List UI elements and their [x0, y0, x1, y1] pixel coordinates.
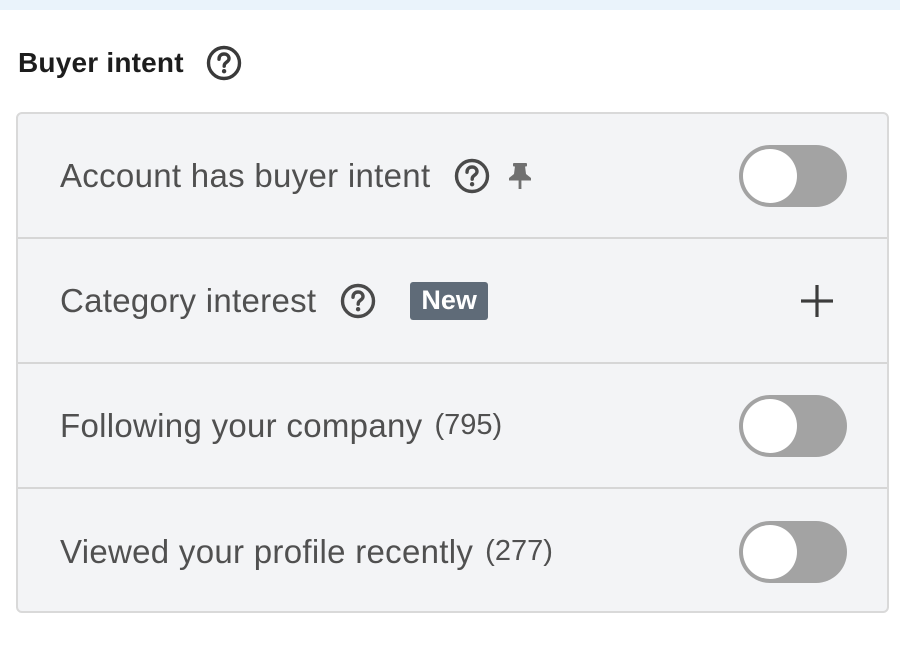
filter-row-buyer-intent: Account has buyer intent: [18, 114, 887, 239]
filter-label: Viewed your profile recently: [60, 532, 474, 570]
plus-icon: [801, 284, 833, 317]
section-header: Buyer intent: [18, 40, 242, 86]
filter-row-viewed-profile: Viewed your profile recently (277): [18, 489, 887, 611]
toggle-knob: [743, 524, 797, 579]
section-title: Buyer intent: [18, 47, 184, 78]
question-circle-icon[interactable]: [340, 283, 376, 319]
toggle-knob: [743, 148, 797, 203]
buyer-intent-toggle[interactable]: [739, 144, 847, 207]
toggle-knob: [743, 398, 797, 453]
filter-count: (277): [485, 535, 553, 567]
filter-count: (795): [434, 409, 503, 441]
question-circle-icon[interactable]: [206, 45, 242, 81]
filter-row-category-interest: Category interest New: [18, 239, 887, 364]
pin-icon[interactable]: [506, 161, 534, 191]
viewed-profile-toggle[interactable]: [739, 520, 847, 583]
top-strip: [0, 0, 900, 10]
filter-row-following-company: Following your company (795): [18, 364, 887, 489]
filter-label: Category interest: [60, 281, 317, 319]
new-badge: New: [410, 281, 488, 320]
question-circle-icon[interactable]: [454, 158, 490, 194]
filter-panel: Account has buyer intent Category intere…: [16, 112, 889, 613]
filter-label: Account has buyer intent: [60, 156, 431, 194]
following-company-toggle[interactable]: [739, 394, 847, 457]
filter-label: Following your company: [60, 406, 423, 444]
add-category-interest-button[interactable]: [797, 281, 837, 321]
